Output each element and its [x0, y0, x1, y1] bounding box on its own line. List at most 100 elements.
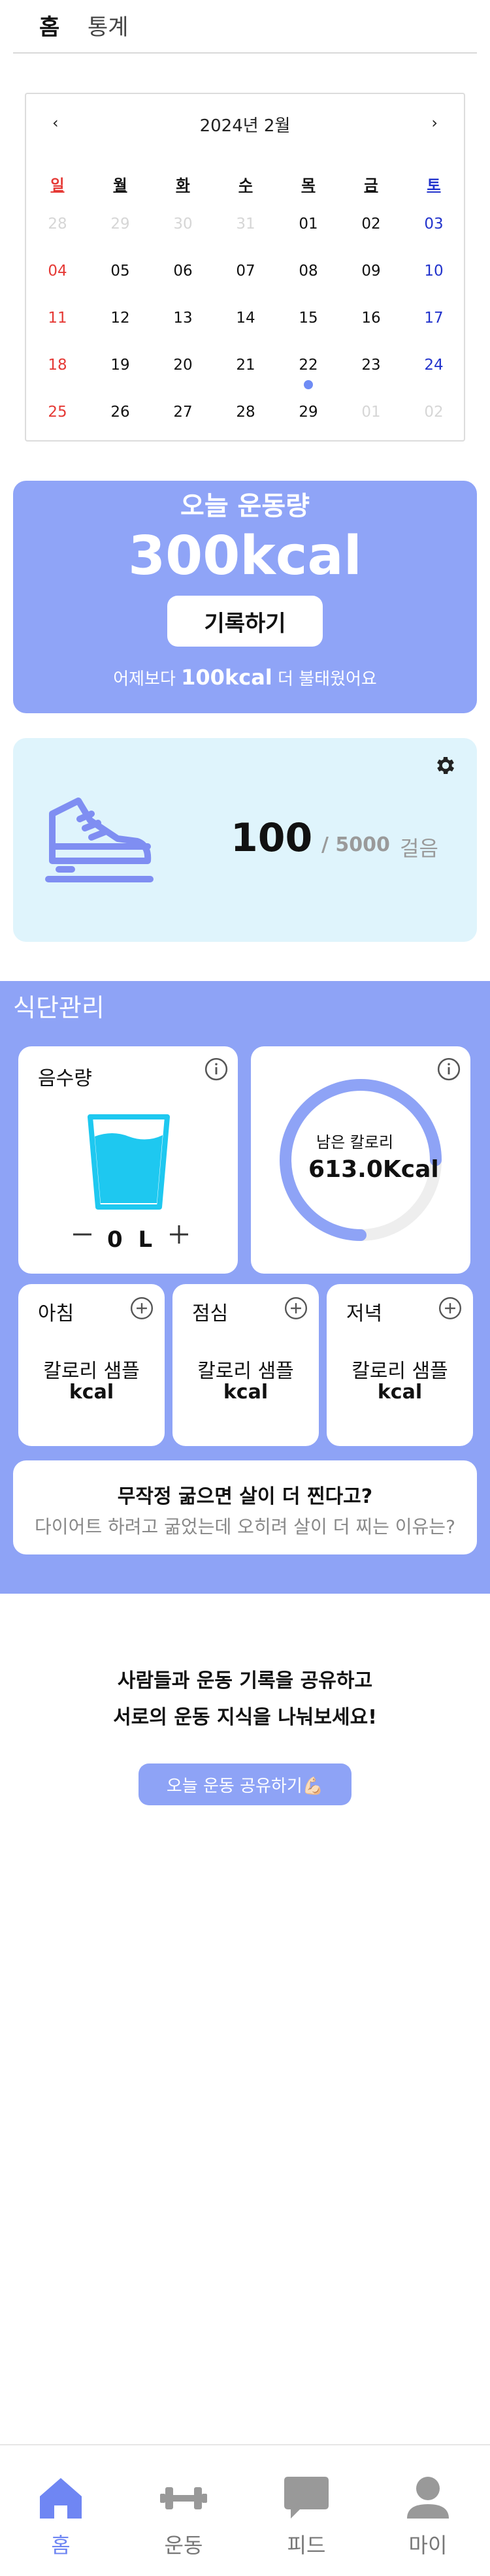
weekday-header: 화	[176, 177, 190, 194]
calendar-day[interactable]: 10	[402, 263, 465, 280]
calendar-day[interactable]: 09	[340, 263, 402, 280]
exercise-title: 오늘 운동량	[180, 491, 310, 521]
calendar-day[interactable]: 16	[340, 310, 402, 327]
share-exercise-button[interactable]: 오늘 운동 공유하기💪🏻	[139, 1763, 351, 1805]
next-month-button[interactable]: ›	[431, 114, 438, 132]
calendar-day[interactable]: 31	[214, 216, 277, 233]
sneaker-icon	[45, 797, 154, 882]
nav-label: 마이	[408, 2533, 448, 2558]
steps-count: 100	[231, 815, 313, 861]
chat-icon	[284, 2477, 329, 2519]
calendar-day[interactable]: 22	[277, 357, 340, 374]
weekday-header: 일	[50, 177, 65, 194]
calendar-day[interactable]: 28	[214, 404, 277, 421]
diet-article-card[interactable]: 무작정 굶으면 살이 더 찐다고? 다이어트 하려고 굶었는데 오히려 살이 더…	[13, 1460, 477, 1554]
calendar-day[interactable]: 05	[89, 263, 152, 280]
home-screen: 홈 통계 ‹ 2024년 2월 › 일 월 화 수 목 금 토 28 29 30 31 01 02 03 0…	[0, 0, 490, 2576]
calendar-day[interactable]: 21	[214, 357, 277, 374]
remaining-calorie-card: 남은 칼로리 613.0Kcal	[251, 1046, 470, 1274]
calendar-day[interactable]: 17	[402, 310, 465, 327]
calendar-day[interactable]: 06	[152, 263, 214, 280]
calendar-day[interactable]: 02	[340, 216, 402, 233]
calendar-day[interactable]: 25	[26, 404, 89, 421]
weekday-header: 목	[301, 177, 316, 194]
share-text-line1: 사람들과 운동 기록을 공유하고	[117, 1669, 373, 1692]
gear-icon[interactable]	[434, 754, 457, 777]
meal-card-breakfast[interactable]: 아침 칼로리 샘플 kcal	[18, 1284, 165, 1446]
meal-name: 아침	[38, 1302, 74, 1325]
nav-label: 피드	[287, 2533, 326, 2558]
add-meal-icon[interactable]	[129, 1296, 154, 1321]
calendar-day[interactable]: 02	[402, 404, 465, 421]
calendar-day[interactable]: 30	[152, 216, 214, 233]
nav-item-my[interactable]: 마이	[379, 2471, 477, 2569]
calendar-day[interactable]: 28	[26, 216, 89, 233]
nav-item-feed[interactable]: 피드	[257, 2471, 355, 2569]
calendar-day[interactable]: 13	[152, 310, 214, 327]
add-meal-icon[interactable]	[438, 1296, 463, 1321]
exercise-marker-dot	[304, 380, 313, 389]
calendar-day[interactable]: 01	[340, 404, 402, 421]
calendar-month-label: 2024년 2월	[199, 116, 291, 136]
add-meal-icon[interactable]	[284, 1296, 308, 1321]
calendar-day[interactable]: 23	[340, 357, 402, 374]
nav-item-home[interactable]: 홈	[12, 2471, 110, 2569]
calendar-day[interactable]: 29	[277, 404, 340, 421]
weekday-header: 수	[238, 177, 253, 194]
meal-kcal: kcal	[69, 1381, 114, 1404]
dumbbell-icon	[160, 2487, 207, 2509]
exercise-kcal: 300kcal	[128, 525, 362, 587]
compare-value: 100kcal	[181, 665, 272, 690]
tab-stats[interactable]: 통계	[88, 9, 129, 41]
water-label: 음수량	[38, 1067, 92, 1090]
meal-calorie-sample: 칼로리 샘플	[43, 1360, 140, 1383]
calendar-day[interactable]: 24	[402, 357, 465, 374]
exercise-compare: 어제보다 100kcal 더 불태웠어요	[13, 665, 477, 690]
calendar-day[interactable]: 07	[214, 263, 277, 280]
steps-goal: / 5000	[321, 833, 390, 856]
calendar-day[interactable]: 26	[89, 404, 152, 421]
meal-calorie-sample: 칼로리 샘플	[351, 1360, 448, 1383]
nav-item-exercise[interactable]: 운동	[135, 2471, 233, 2569]
steps-unit: 걸음	[400, 836, 438, 861]
calendar-day[interactable]: 15	[277, 310, 340, 327]
weekday-header: 토	[427, 177, 441, 194]
calendar-day[interactable]: 11	[26, 310, 89, 327]
water-plus-button[interactable]	[166, 1221, 192, 1248]
share-text-line2: 서로의 운동 지식을 나눠보세요!	[113, 1706, 377, 1729]
calendar-day[interactable]: 08	[277, 263, 340, 280]
calendar-day[interactable]: 04	[26, 263, 89, 280]
nav-label: 운동	[164, 2533, 203, 2558]
meal-kcal: kcal	[377, 1381, 423, 1404]
compare-suffix: 더 불태웠어요	[272, 669, 377, 689]
bottom-navigation: 홈 운동 피드 마이	[0, 2444, 490, 2576]
meal-card-lunch[interactable]: 점심 칼로리 샘플 kcal	[172, 1284, 319, 1446]
calendar-day[interactable]: 19	[89, 357, 152, 374]
water-value: 0 L	[107, 1227, 157, 1253]
meal-name: 저녁	[346, 1302, 383, 1325]
calendar-day[interactable]: 18	[26, 357, 89, 374]
meal-name: 점심	[192, 1302, 229, 1325]
remaining-calorie-label: 남은 칼로리	[316, 1133, 394, 1151]
calendar-day[interactable]: 29	[89, 216, 152, 233]
article-title: 무작정 굶으면 살이 더 찐다고?	[117, 1485, 373, 1508]
calendar-day[interactable]: 20	[152, 357, 214, 374]
meal-card-dinner[interactable]: 저녁 칼로리 샘플 kcal	[327, 1284, 473, 1446]
water-glass-icon	[88, 1114, 170, 1210]
diet-title: 식단관리	[13, 993, 105, 1022]
calendar-day[interactable]: 01	[277, 216, 340, 233]
calendar-day[interactable]: 14	[214, 310, 277, 327]
water-card: 음수량 0 L	[18, 1046, 238, 1274]
calendar-day[interactable]: 27	[152, 404, 214, 421]
info-icon[interactable]	[204, 1057, 229, 1082]
calendar: ‹ 2024년 2월 › 일 월 화 수 목 금 토 28 29 30 31 01 02 03 04 05 06…	[25, 93, 465, 442]
top-divider	[13, 52, 477, 54]
meal-calorie-sample: 칼로리 샘플	[197, 1360, 294, 1383]
tab-home[interactable]: 홈	[39, 9, 59, 41]
remaining-calorie-value: 613.0Kcal	[308, 1156, 439, 1183]
calendar-day[interactable]: 12	[89, 310, 152, 327]
water-minus-button[interactable]	[69, 1221, 95, 1248]
calendar-day[interactable]: 03	[402, 216, 465, 233]
record-button[interactable]: 기록하기	[167, 596, 323, 647]
article-subtitle: 다이어트 하려고 굶었는데 오히려 살이 더 찌는 이유는?	[35, 1516, 455, 1538]
